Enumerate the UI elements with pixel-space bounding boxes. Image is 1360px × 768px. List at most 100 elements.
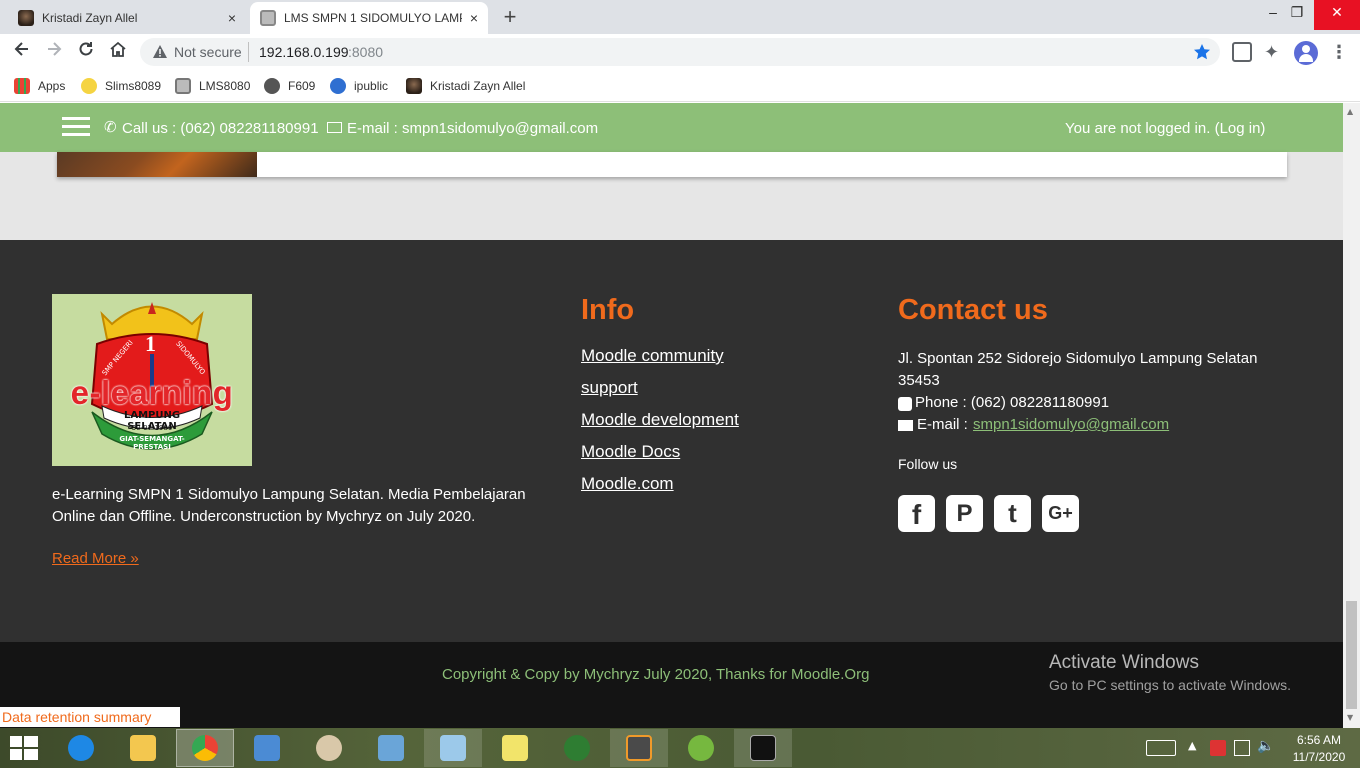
scrollbar-thumb[interactable]: [1346, 601, 1357, 709]
info-heading: Info: [581, 294, 635, 326]
sticky-notes-icon: [502, 735, 528, 761]
chrome-icon: [192, 735, 218, 761]
taskbar-network-tool[interactable]: [362, 729, 420, 767]
bookmark-kristadi[interactable]: Kristadi Zayn Allel: [406, 76, 525, 96]
bookmark-apps[interactable]: Apps: [14, 76, 65, 96]
envelope-icon: [898, 420, 913, 431]
bookmark-lms[interactable]: LMS8080: [175, 76, 250, 96]
taskbar-globe-app[interactable]: [548, 729, 606, 767]
keyboard-icon[interactable]: [1146, 740, 1176, 756]
twitter-icon[interactable]: t: [994, 495, 1031, 532]
clock-date[interactable]: 11/7/2020: [1290, 750, 1348, 764]
info-link-moodle-development[interactable]: Moodle development: [581, 410, 739, 430]
facebook-icon[interactable]: f: [898, 495, 935, 532]
email-text: E-mail : smpn1sidomulyo@gmail.com: [347, 120, 599, 137]
reload-button[interactable]: [74, 40, 98, 64]
info-link-moodle-com[interactable]: Moodle.com: [581, 474, 674, 494]
paint-icon: [316, 735, 342, 761]
scroll-up-icon[interactable]: ▲: [1347, 107, 1353, 116]
url-host[interactable]: 192.168.0.199: [259, 44, 349, 60]
taskbar-paint[interactable]: [300, 729, 358, 767]
volume-icon[interactable]: 🔈: [1257, 738, 1274, 754]
notepad-icon: [440, 735, 466, 761]
extensions-icon[interactable]: ✦: [1264, 42, 1279, 63]
security-label[interactable]: Not secure: [174, 44, 242, 60]
forward-button[interactable]: [42, 40, 66, 64]
bookmark-star-icon[interactable]: [1193, 43, 1211, 61]
info-link-moodle-docs[interactable]: Moodle Docs: [581, 442, 680, 462]
tab-kristadi[interactable]: Kristadi Zayn Allel ×: [8, 2, 246, 34]
bookmark-ipublic[interactable]: ipublic: [330, 76, 388, 96]
file-explorer-icon: [130, 735, 156, 761]
logo-number: 1: [145, 331, 156, 356]
hamburger-bar: [62, 117, 90, 120]
course-card[interactable]: [57, 152, 1287, 177]
cast-icon[interactable]: [1232, 42, 1252, 62]
network-tool-icon: [378, 735, 404, 761]
copyright-bar: Copyright & Copy by Mychryz July 2020, T…: [0, 642, 1343, 728]
start-pane: [24, 736, 38, 747]
taskbar-control-panel[interactable]: [238, 729, 296, 767]
arrow-right-icon: [48, 42, 62, 56]
contact-heading: Contact us: [898, 294, 1048, 326]
activate-windows-subtitle: Go to PC settings to activate Windows.: [1049, 677, 1291, 693]
hamburger-bar: [62, 133, 90, 136]
new-tab-button[interactable]: +: [498, 5, 522, 29]
home-icon: [110, 41, 126, 57]
taskbar-utorrent[interactable]: [672, 729, 730, 767]
url-port[interactable]: :8080: [348, 44, 383, 60]
home-button[interactable]: [106, 40, 130, 64]
close-window-button[interactable]: ✕: [1314, 0, 1360, 30]
windows-start-icon[interactable]: [10, 736, 38, 760]
start-pane: [10, 736, 22, 747]
logo-wordmark: e-learning: [70, 374, 234, 411]
taskbar-sticky-notes[interactable]: [486, 729, 544, 767]
top-navbar: ✆ Call us : (062) 082281180991 E-mail : …: [0, 103, 1343, 152]
network-icon[interactable]: [1234, 740, 1250, 756]
close-tab-icon[interactable]: ×: [470, 10, 478, 26]
taskbar-ie[interactable]: [52, 729, 110, 767]
start-pane: [10, 749, 22, 760]
status-link[interactable]: Data retention summary: [0, 707, 180, 727]
globe-app-icon: [564, 735, 590, 761]
back-button[interactable]: [10, 40, 34, 64]
google-plus-icon[interactable]: G+: [1042, 495, 1079, 532]
hamburger-menu-icon[interactable]: [62, 117, 90, 137]
school-logo: 1 SMP NEGERI SIDOMULYO e-learning LAMPUN…: [52, 294, 252, 466]
copyright-text: Copyright & Copy by Mychryz July 2020, T…: [442, 666, 870, 683]
taskbar-explorer[interactable]: [114, 729, 172, 767]
close-tab-icon[interactable]: ×: [228, 10, 236, 26]
email-link[interactable]: smpn1sidomulyo@gmail.com: [973, 414, 1169, 436]
scroll-down-icon[interactable]: ▼: [1347, 713, 1353, 722]
course-card-image: [57, 152, 257, 177]
taskbar-cmd[interactable]: [734, 729, 792, 767]
taskbar-chrome[interactable]: [176, 729, 234, 767]
taskbar-notepad[interactable]: [424, 729, 482, 767]
avatar-head: [1302, 45, 1310, 53]
activate-windows-title: Activate Windows: [1049, 652, 1199, 673]
taskbar-sublime[interactable]: [610, 729, 668, 767]
info-link-moodle-community[interactable]: Moodle community: [581, 346, 724, 366]
phone-text: Phone : (062) 082281180991: [915, 394, 1110, 411]
ie-icon: [68, 735, 94, 761]
bookmark-label: ipublic: [354, 79, 389, 93]
sublime-text-icon: [626, 735, 652, 761]
action-center-flag-icon[interactable]: [1210, 740, 1226, 756]
bookmark-label: Slims8089: [105, 79, 162, 93]
bookmark-label: Apps: [38, 79, 66, 93]
bookmark-f609[interactable]: F609: [264, 76, 315, 96]
page-scrollbar[interactable]: ▲ ▼: [1343, 103, 1360, 728]
tray-chevron-icon[interactable]: ▲: [1188, 739, 1196, 752]
ipublic-icon: [330, 78, 346, 94]
menu-kebab-icon[interactable]: ⋮: [1330, 42, 1348, 63]
pinterest-icon[interactable]: P: [946, 495, 983, 532]
omnibox[interactable]: Not secure 192.168.0.199 :8080: [140, 38, 1220, 66]
profile-avatar[interactable]: [1294, 41, 1318, 65]
clock-time[interactable]: 6:56 AM: [1294, 733, 1344, 747]
bookmark-slims[interactable]: Slims8089: [81, 76, 161, 96]
logo-motto: GIAT-SEMANGAT-PRESTASI: [119, 435, 185, 451]
login-status[interactable]: You are not logged in. (Log in): [1065, 120, 1265, 137]
info-link-support[interactable]: support: [581, 378, 638, 398]
tab-lms[interactable]: LMS SMPN 1 SIDOMULYO LAMP ×: [250, 2, 488, 34]
read-more-link[interactable]: Read More »: [52, 550, 139, 567]
